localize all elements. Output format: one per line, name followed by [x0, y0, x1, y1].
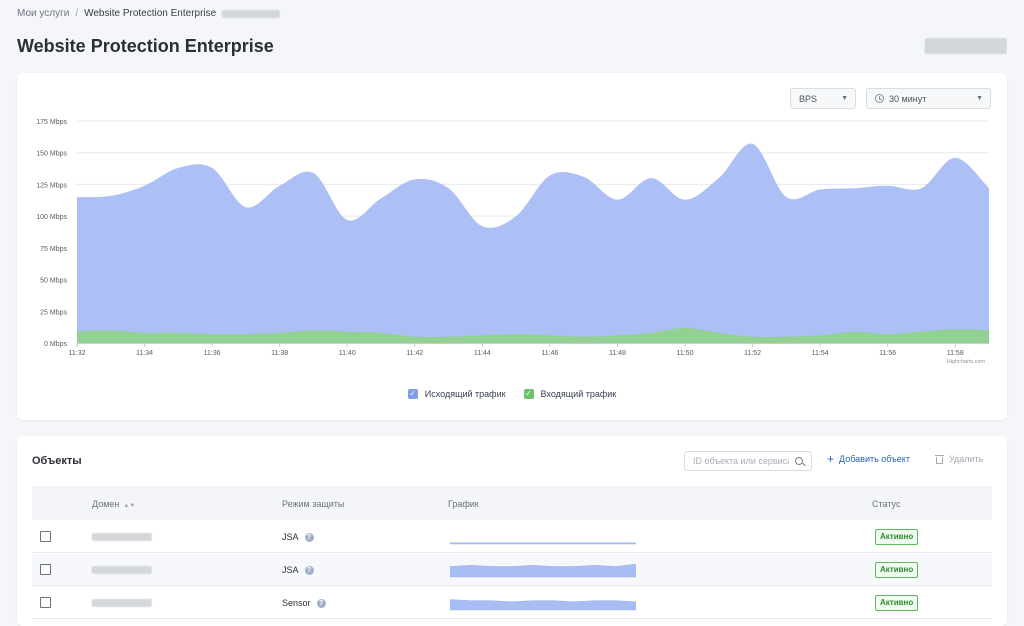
- legend-label-incoming: Входящий трафик: [540, 389, 617, 399]
- domain-redacted: [92, 566, 152, 574]
- sort-icon: ▲▼: [123, 503, 136, 509]
- protection-mode: JSA ?: [282, 532, 314, 542]
- traffic-area-chart: 0 Mbps 25 Mbps 50 Mbps 75 Mbps 100 Mbps 125 M…: [36, 119, 989, 365]
- objects-card: Объекты + Добавить объект Удалить Домен▲…: [17, 436, 1007, 626]
- x-tick-label: 11:36: [204, 350, 221, 357]
- x-tick-label: 11:58: [947, 350, 964, 357]
- y-tick-label: 100 Mbps: [36, 214, 67, 221]
- help-icon[interactable]: ?: [304, 565, 314, 575]
- search-icon[interactable]: [795, 457, 803, 465]
- breadcrumb: Мои услуги / Website Protection Enterpri…: [17, 8, 281, 19]
- traffic-chart-card: BPS ▼ 30 минут ▼ 0 Mbps 25 Mbps 50 Mbps 75 …: [17, 73, 1007, 420]
- y-tick-label: 150 Mbps: [36, 151, 67, 158]
- add-object-button[interactable]: + Добавить объект: [827, 451, 910, 466]
- table-row[interactable]: Sensor ? Активно: [32, 587, 992, 619]
- protection-mode-label: JSA: [282, 565, 299, 575]
- row-traffic-sparkline: [450, 542, 636, 545]
- plus-icon: +: [827, 451, 835, 466]
- y-tick-label: 175 Mbps: [36, 119, 67, 126]
- legend-item-outgoing[interactable]: ✓ Исходящий трафик: [407, 389, 506, 399]
- domain-redacted: [92, 599, 152, 607]
- protection-mode: JSA ?: [282, 565, 314, 575]
- x-tick-label: 11:34: [136, 350, 153, 357]
- x-tick-label: 11:42: [406, 350, 423, 357]
- protection-mode: Sensor ?: [282, 598, 326, 608]
- column-header-domain-label: Домен: [92, 499, 120, 509]
- sparkline-area: [450, 599, 636, 611]
- delete-button[interactable]: Удалить: [935, 454, 983, 464]
- chart-legend: ✓ Исходящий трафик ✓ Входящий трафик: [17, 389, 1007, 399]
- breadcrumb-my-services-link[interactable]: Мои услуги: [17, 8, 69, 19]
- y-tick-label: 125 Mbps: [36, 182, 67, 189]
- column-header-domain[interactable]: Домен ▲▼: [92, 499, 135, 509]
- x-tick-label: 11:40: [339, 350, 356, 357]
- objects-title: Объекты: [32, 455, 82, 467]
- domain-redacted: [92, 533, 152, 541]
- x-tick-label: 11:46: [541, 350, 558, 357]
- header-redacted-info: [925, 38, 1007, 54]
- object-search-input[interactable]: [684, 451, 812, 471]
- row-checkbox[interactable]: [40, 564, 51, 575]
- table-header: Домен ▲▼ Режим защиты График Статус: [32, 486, 992, 520]
- delete-label: Удалить: [949, 454, 984, 464]
- breadcrumb-current: Website Protection Enterprise: [84, 8, 217, 19]
- column-header-status: Статус: [872, 499, 901, 509]
- x-tick-label: 11:50: [677, 350, 694, 357]
- breadcrumb-separator: /: [75, 8, 79, 19]
- page-title: Website Protection Enterprise: [17, 36, 274, 56]
- row-traffic-sparkline: [450, 599, 636, 611]
- row-traffic-sparkline: [450, 563, 636, 578]
- trash-icon: [935, 454, 944, 464]
- x-tick-label: 11:56: [879, 350, 896, 357]
- help-icon[interactable]: ?: [316, 598, 326, 608]
- sparkline-area: [450, 542, 636, 545]
- x-tick-label: 11:54: [812, 350, 829, 357]
- x-tick-label: 11:38: [271, 350, 288, 357]
- x-tick-label: 11:48: [609, 350, 626, 357]
- row-checkbox[interactable]: [40, 531, 51, 542]
- add-object-label: Добавить объект: [839, 454, 910, 464]
- row-checkbox[interactable]: [40, 597, 51, 608]
- breadcrumb-redacted-id: [222, 9, 281, 18]
- y-tick-label: 75 Mbps: [40, 246, 67, 253]
- column-header-graph: График: [448, 499, 479, 509]
- protection-mode-label: JSA: [282, 532, 299, 542]
- help-icon[interactable]: ?: [304, 532, 314, 542]
- y-tick-label: 0 Mbps: [44, 341, 67, 348]
- legend-item-incoming[interactable]: ✓ Входящий трафик: [523, 389, 617, 399]
- status-badge: Активно: [875, 562, 919, 578]
- protection-mode-label: Sensor: [282, 598, 311, 608]
- status-badge: Активно: [875, 595, 919, 611]
- legend-label-outgoing: Исходящий трафик: [424, 389, 506, 399]
- check-icon: ✓: [523, 389, 534, 399]
- column-header-mode: Режим защиты: [282, 499, 345, 509]
- x-tick-label: 11:32: [69, 350, 86, 357]
- y-tick-label: 25 Mbps: [40, 309, 67, 316]
- y-tick-label: 50 Mbps: [40, 278, 67, 285]
- table-row[interactable]: JSA ? Активно: [32, 554, 992, 586]
- x-tick-label: 11:44: [474, 350, 491, 357]
- series-area-outgoing: [77, 143, 989, 343]
- table-row[interactable]: JSA ? Активно: [32, 521, 992, 553]
- status-badge: Активно: [875, 529, 919, 545]
- chart-credit: Highcharts.com: [947, 359, 986, 365]
- x-tick-label: 11:52: [744, 350, 761, 357]
- check-icon: ✓: [407, 389, 418, 399]
- sparkline-area: [450, 563, 636, 578]
